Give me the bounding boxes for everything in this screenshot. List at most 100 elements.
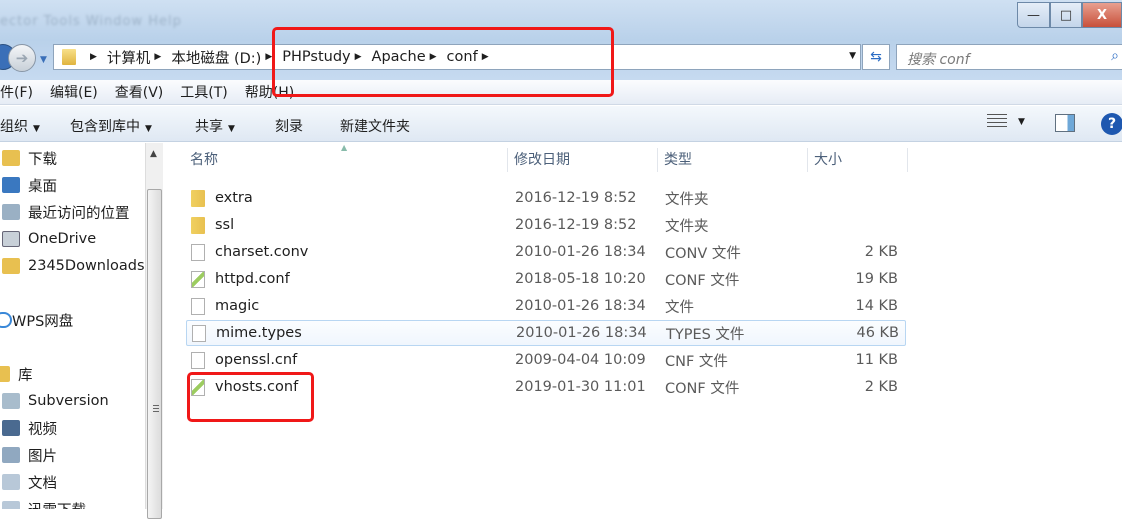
breadcrumb-separator[interactable]: ▶	[154, 52, 161, 62]
pictures-icon	[2, 447, 20, 463]
file-name: httpd.conf	[215, 271, 290, 287]
downloads-icon	[2, 150, 20, 166]
file-type: 文件夹	[665, 218, 709, 235]
file-icon	[191, 270, 205, 288]
sidebar-item-2345downloads[interactable]: 2345Downloads	[0, 254, 145, 278]
sidebar-item-libraries[interactable]: 库	[0, 362, 33, 386]
chevron-down-icon[interactable]: ▼	[849, 51, 856, 61]
file-name: ssl	[215, 217, 235, 233]
address-bar[interactable]: ▶ 计算机 ▶ 本地磁盘 (D:) ▶ PHPstudy ▶ Apache ▶ conf…	[53, 44, 861, 70]
breadcrumb-drive-d[interactable]: 本地磁盘 (D:)	[171, 47, 261, 68]
file-name: mime.types	[216, 325, 302, 341]
column-header-date[interactable]: 修改日期	[508, 148, 658, 172]
menu-bar: 件(F) 编辑(E) 查看(V) 工具(T) 帮助(H)	[0, 80, 1122, 105]
sidebar-item-subversion[interactable]: Subversion	[0, 389, 109, 413]
folder-icon	[191, 216, 205, 234]
share-button[interactable]: 共享 ▼	[195, 116, 235, 136]
menu-edit[interactable]: 编辑(E)	[50, 82, 98, 102]
file-type: CONF 文件	[665, 380, 740, 397]
file-icon	[192, 324, 206, 342]
sidebar-item-documents[interactable]: 文档	[0, 470, 57, 494]
file-row[interactable]: httpd.conf 2018-05-18 10:20 CONF 文件 19 K…	[186, 266, 906, 292]
menu-help[interactable]: 帮助(H)	[245, 82, 294, 102]
sidebar-item-xunlei[interactable]: 迅雷下载	[0, 497, 86, 509]
organize-button[interactable]: 组织 ▼	[0, 116, 40, 136]
file-date: 2010-01-26 18:34	[515, 244, 646, 260]
breadcrumb-phpstudy[interactable]: PHPstudy	[282, 49, 350, 65]
search-icon[interactable]: ⌕	[1111, 48, 1119, 64]
file-row[interactable]: ssl 2016-12-19 8:52 文件夹	[186, 212, 906, 238]
search-placeholder: 搜索 conf	[907, 52, 970, 68]
breadcrumb-apache[interactable]: Apache	[372, 49, 426, 65]
include-in-library-button[interactable]: 包含到库中 ▼	[70, 116, 152, 136]
file-icon	[191, 297, 205, 315]
navigation-pane: 下载 桌面 最近访问的位置 OneDrive 2345Downloads WPS…	[0, 143, 146, 509]
sidebar-scrollbar[interactable]: ▲	[145, 143, 163, 519]
file-date: 2009-04-04 10:09	[515, 352, 646, 368]
folder-icon	[191, 189, 205, 207]
column-header-name[interactable]: 名称	[184, 148, 508, 172]
preview-pane-button[interactable]	[1055, 114, 1075, 132]
sidebar-item-recent[interactable]: 最近访问的位置	[0, 200, 130, 224]
view-options-icon[interactable]	[987, 114, 1007, 130]
file-size: 46 KB	[856, 325, 899, 341]
file-size: 11 KB	[855, 352, 898, 368]
sidebar-item-pictures[interactable]: 图片	[0, 443, 57, 467]
file-size: 2 KB	[864, 244, 898, 260]
sidebar-item-wps[interactable]: WPS网盘	[0, 308, 73, 332]
breadcrumb-separator[interactable]: ▶	[355, 52, 362, 62]
menu-file[interactable]: 件(F)	[0, 82, 33, 102]
file-date: 2018-05-18 10:20	[515, 271, 646, 287]
desktop-icon	[2, 177, 20, 193]
breadcrumb-separator[interactable]: ▶	[90, 52, 97, 62]
recent-places-icon	[2, 204, 20, 220]
breadcrumb-separator[interactable]: ▶	[430, 52, 437, 62]
breadcrumb-separator[interactable]: ▶	[265, 52, 272, 62]
search-input[interactable]: 搜索 conf ⌕	[896, 44, 1122, 70]
menu-tools[interactable]: 工具(T)	[180, 82, 227, 102]
sidebar-item-downloads[interactable]: 下载	[0, 146, 57, 170]
breadcrumb-computer[interactable]: 计算机	[107, 47, 151, 68]
column-header-type[interactable]: 类型	[658, 148, 808, 172]
folder-icon	[2, 258, 20, 274]
minimize-button[interactable]: —	[1017, 2, 1050, 28]
view-dropdown[interactable]: ▼	[1018, 117, 1025, 127]
maximize-button[interactable]: □	[1050, 2, 1082, 28]
file-row[interactable]: mime.types 2010-01-26 18:34 TYPES 文件 46 …	[186, 320, 906, 346]
documents-icon	[2, 474, 20, 490]
file-name: vhosts.conf	[215, 379, 299, 395]
file-row[interactable]: openssl.cnf 2009-04-04 10:09 CNF 文件 11 K…	[186, 347, 906, 373]
scroll-up-arrow[interactable]: ▲	[150, 149, 157, 159]
file-type: 文件	[665, 299, 694, 316]
forward-button[interactable]: ➔	[8, 44, 36, 72]
file-name: extra	[215, 190, 253, 206]
file-row[interactable]: extra 2016-12-19 8:52 文件夹	[186, 185, 906, 211]
file-date: 2016-12-19 8:52	[515, 217, 637, 233]
file-row[interactable]: magic 2010-01-26 18:34 文件 14 KB	[186, 293, 906, 319]
file-type: 文件夹	[665, 191, 709, 208]
file-date: 2010-01-26 18:34	[515, 298, 646, 314]
refresh-button[interactable]: ⇆	[862, 44, 890, 70]
sidebar-item-desktop[interactable]: 桌面	[0, 173, 57, 197]
folder-icon	[62, 49, 76, 65]
column-header-size[interactable]: 大小	[808, 148, 908, 172]
breadcrumb-separator[interactable]: ▶	[482, 52, 489, 62]
burn-button[interactable]: 刻录	[275, 116, 303, 136]
file-list: ▲ 名称 修改日期 类型 大小 extra 2016-12-19 8:52 文件…	[163, 143, 1122, 509]
new-folder-button[interactable]: 新建文件夹	[340, 116, 410, 136]
file-row[interactable]: vhosts.conf 2019-01-30 11:01 CONF 文件 2 K…	[186, 374, 906, 400]
breadcrumb-conf[interactable]: conf	[447, 49, 478, 65]
menu-view[interactable]: 查看(V)	[115, 82, 164, 102]
file-date: 2016-12-19 8:52	[515, 190, 637, 206]
library-icon	[0, 366, 10, 382]
help-button[interactable]: ?	[1101, 113, 1122, 135]
sidebar-item-videos[interactable]: 视频	[0, 416, 57, 440]
file-row[interactable]: charset.conv 2010-01-26 18:34 CONV 文件 2 …	[186, 239, 906, 265]
close-button[interactable]: X	[1082, 2, 1122, 28]
file-type: TYPES 文件	[666, 326, 745, 343]
folder-icon	[2, 501, 20, 509]
recent-pages-dropdown[interactable]: ▼	[40, 55, 47, 65]
sidebar-item-onedrive[interactable]: OneDrive	[0, 227, 96, 251]
scrollbar-thumb[interactable]	[147, 189, 162, 519]
file-date: 2019-01-30 11:01	[515, 379, 646, 395]
